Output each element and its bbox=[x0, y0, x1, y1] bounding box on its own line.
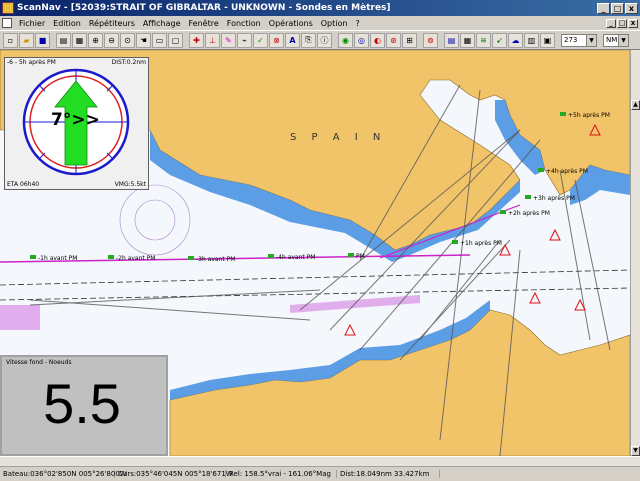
lifebuoy-icon[interactable]: ⊚ bbox=[423, 32, 438, 48]
speed-value: 5.5 bbox=[43, 372, 121, 435]
follow-icon[interactable]: ⊞ bbox=[402, 32, 417, 48]
svg-text:+4h après PM: +4h après PM bbox=[546, 168, 588, 175]
alarm-icon[interactable]: ◐ bbox=[370, 32, 385, 48]
doc-restore-button[interactable]: □ bbox=[617, 18, 627, 28]
bearing-icon[interactable]: ⌁ bbox=[237, 32, 252, 48]
svg-text:+1h après PM: +1h après PM bbox=[460, 240, 502, 247]
menu-option[interactable]: Option bbox=[317, 19, 352, 28]
menu-repetiteurs[interactable]: Répétiteurs bbox=[85, 19, 139, 28]
zoom-out-icon[interactable]: ⊖ bbox=[104, 32, 119, 48]
print-icon[interactable]: ▤ bbox=[56, 32, 71, 48]
tide-icon[interactable]: ≋ bbox=[476, 32, 491, 48]
save-icon[interactable]: ■ bbox=[35, 32, 50, 48]
weather-icon[interactable]: ☁ bbox=[508, 32, 523, 48]
menu-operations[interactable]: Opérations bbox=[265, 19, 317, 28]
menu-help[interactable]: ? bbox=[351, 19, 363, 28]
note-icon[interactable]: ⎘ bbox=[301, 32, 316, 48]
waypoint-flag: -3h avant PM bbox=[188, 256, 235, 263]
app-icon[interactable] bbox=[2, 2, 14, 14]
menu-edition[interactable]: Edition bbox=[49, 19, 85, 28]
track-icon[interactable]: ✎ bbox=[221, 32, 236, 48]
zoom-fit-icon[interactable]: ⊙ bbox=[120, 32, 135, 48]
document-icon[interactable] bbox=[2, 18, 12, 28]
maximize-button[interactable]: □ bbox=[611, 2, 624, 14]
waypoint-flag: +2h après PM bbox=[500, 210, 550, 217]
mark-icon[interactable]: ⊗ bbox=[269, 32, 284, 48]
svg-text:-2h avant PM: -2h avant PM bbox=[116, 255, 155, 262]
unit-dropdown-icon[interactable]: ▼ bbox=[618, 34, 628, 46]
zoom-select[interactable]: 273 ▼ bbox=[561, 33, 597, 47]
layers-icon[interactable]: ▤ bbox=[444, 32, 459, 48]
target-icon[interactable]: ◎ bbox=[354, 32, 369, 48]
status-bateau: Bateau:036°02'850N 005°26'800W bbox=[0, 470, 127, 478]
speed-panel[interactable]: Vitesse fond - Noeuds 5.5 bbox=[0, 355, 168, 456]
svg-text:-4h avant PM: -4h avant PM bbox=[276, 254, 315, 261]
waypoint-flag: +5h après PM bbox=[560, 112, 610, 119]
compass-distance: DIST:0.2nm bbox=[111, 59, 146, 66]
waypoint-flag: +1h après PM bbox=[452, 240, 502, 247]
chart-list-icon[interactable]: ▥ bbox=[524, 32, 539, 48]
status-bar: Bateau:036°02'850N 005°26'800W Curs:035°… bbox=[0, 456, 640, 481]
horizontal-scrollbar[interactable] bbox=[0, 457, 640, 467]
menu-bar: Fichier Edition Répétiteurs Affichage Fe… bbox=[0, 16, 640, 30]
scroll-down-icon[interactable]: ▼ bbox=[631, 446, 640, 456]
settings-icon[interactable]: ▣ bbox=[540, 32, 555, 48]
doc-minimize-button[interactable]: _ bbox=[606, 18, 616, 28]
current-icon[interactable]: ➹ bbox=[492, 32, 507, 48]
print-preview-icon[interactable]: ▦ bbox=[72, 32, 87, 48]
vertical-scrollbar[interactable]: ▲ ▼ bbox=[630, 50, 640, 456]
route-icon[interactable]: ⊥ bbox=[205, 32, 220, 48]
waypoint-flag: -2h avant PM bbox=[108, 255, 155, 262]
menu-affichage[interactable]: Affichage bbox=[139, 19, 185, 28]
waypoint-flag: -1h avant PM bbox=[30, 255, 77, 262]
waypoint-flag: +4h après PM bbox=[538, 168, 588, 175]
hand-pan-icon[interactable]: ☚ bbox=[136, 32, 151, 48]
new-file-icon[interactable]: ▫ bbox=[3, 32, 18, 48]
compass-panel[interactable]: -6 - 5h après PM DIST:0.2nm 7°>> ETA 06h… bbox=[4, 57, 149, 190]
svg-text:PM: PM bbox=[356, 253, 365, 260]
svg-text:-3h avant PM: -3h avant PM bbox=[196, 256, 235, 263]
status-cursor: Curs:035°46'045N 005°18'671W bbox=[115, 470, 233, 478]
open-folder-icon[interactable]: ▰ bbox=[19, 32, 34, 48]
doc-close-button[interactable]: x bbox=[628, 18, 638, 28]
waypoint-flag: +3h après PM bbox=[525, 195, 575, 202]
rectangle-icon[interactable]: ▭ bbox=[152, 32, 167, 48]
waypoint-flag: -4h avant PM bbox=[268, 254, 315, 261]
zoom-dropdown-icon[interactable]: ▼ bbox=[586, 34, 596, 46]
toolbar: ▫ ▰ ■ ▤ ▦ ⊕ ⊖ ⊙ ☚ ▭ ▢ ✚ ⊥ ✎ ⌁ ✓ ⊗ A ⎘ ⓘ … bbox=[0, 30, 640, 50]
measure-icon[interactable]: ✓ bbox=[253, 32, 268, 48]
compass-eta: ETA 06h40 bbox=[7, 181, 40, 188]
gps-icon[interactable]: ◉ bbox=[338, 32, 353, 48]
zoom-in-icon[interactable]: ⊕ bbox=[88, 32, 103, 48]
window-title: ScanNav - [52039:STRAIT OF GIBRALTAR - U… bbox=[17, 3, 391, 13]
center-icon[interactable]: ⊛ bbox=[386, 32, 401, 48]
svg-text:+2h après PM: +2h après PM bbox=[508, 210, 550, 217]
region-label: S P A I N bbox=[290, 132, 386, 143]
text-icon[interactable]: A bbox=[285, 32, 300, 48]
scroll-up-icon[interactable]: ▲ bbox=[631, 100, 640, 110]
info-icon[interactable]: ⓘ bbox=[317, 32, 332, 48]
status-bearing: Rel: 158.5°vrai - 161.06°Mag bbox=[226, 470, 337, 478]
menu-fonction[interactable]: Fonction bbox=[223, 19, 265, 28]
menu-fenetre[interactable]: Fenêtre bbox=[185, 19, 223, 28]
title-bar: ScanNav - [52039:STRAIT OF GIBRALTAR - U… bbox=[0, 0, 640, 16]
compass-vmg: VMG:5.5kt bbox=[114, 181, 146, 188]
compass-value: 7°>> bbox=[51, 110, 100, 130]
close-button[interactable]: x bbox=[625, 2, 638, 14]
restricted-zone bbox=[0, 305, 40, 330]
unit-select[interactable]: NM ▼ bbox=[603, 33, 629, 47]
waypoint-icon[interactable]: ✚ bbox=[189, 32, 204, 48]
grid-icon[interactable]: ▦ bbox=[460, 32, 475, 48]
minimize-button[interactable]: _ bbox=[597, 2, 610, 14]
svg-text:+5h après PM: +5h après PM bbox=[568, 112, 610, 119]
frame-icon[interactable]: ▢ bbox=[168, 32, 183, 48]
menu-fichier[interactable]: Fichier bbox=[15, 19, 49, 28]
status-distance: Dist:18.049nm 33.427km bbox=[337, 470, 440, 478]
speed-label: Vitesse fond - Noeuds bbox=[6, 359, 72, 366]
svg-text:+3h après PM: +3h après PM bbox=[533, 195, 575, 202]
svg-text:-1h avant PM: -1h avant PM bbox=[38, 255, 77, 262]
compass-top-left: -6 - 5h après PM bbox=[7, 59, 56, 66]
